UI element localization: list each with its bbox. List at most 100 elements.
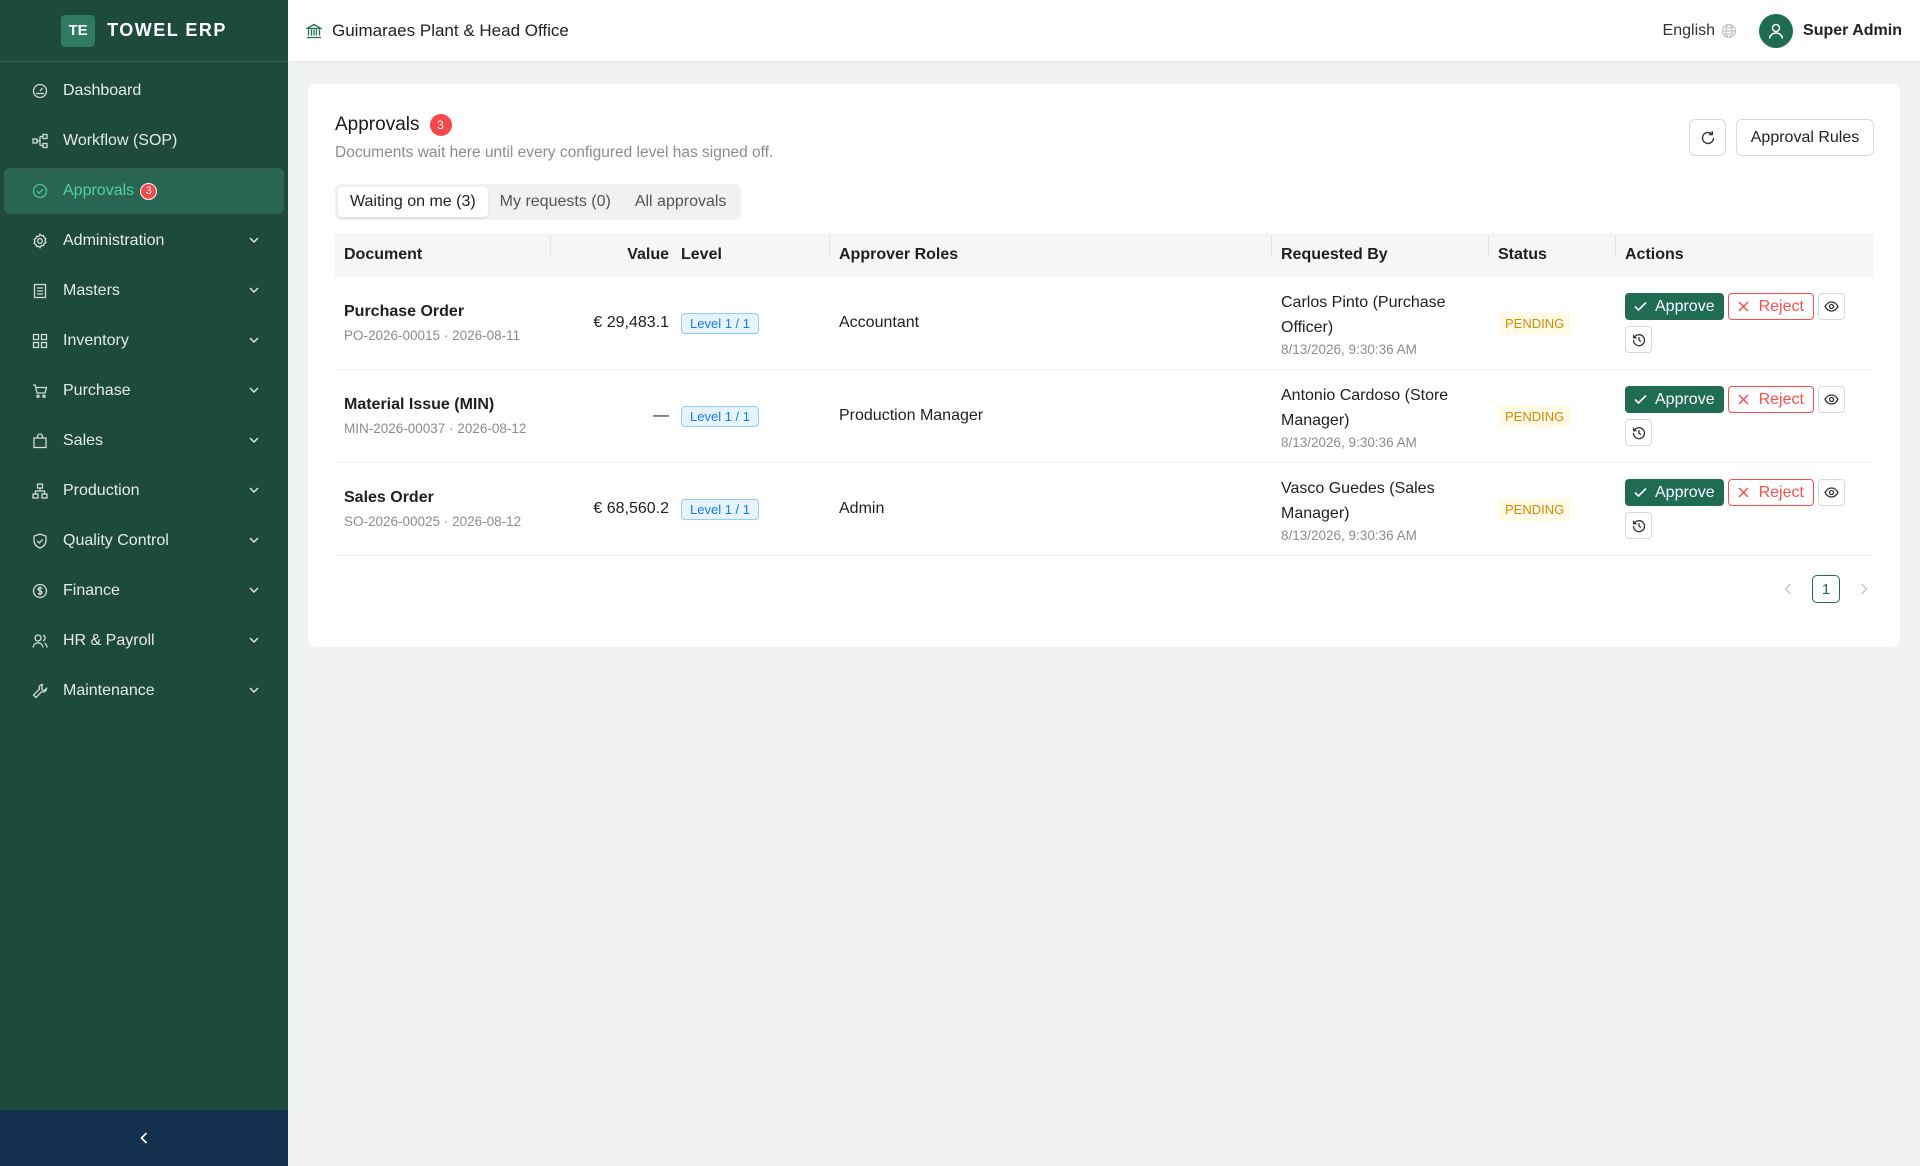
chevron-down-icon [249,587,259,593]
history-button[interactable] [1625,419,1652,446]
column-header-value[interactable]: Value [551,246,681,264]
sidebar-item-finance[interactable]: Finance [4,568,284,614]
cart-icon [32,383,48,399]
brand-logo: TE [61,14,96,47]
shield-check-icon [32,533,48,549]
user-name[interactable]: Super Admin [1803,22,1902,40]
level-cell: Level 1 / 1 [681,405,830,427]
avatar[interactable] [1759,13,1794,48]
sidebar-item-sales[interactable]: Sales [4,418,284,464]
document-type[interactable]: Sales Order [344,489,551,507]
sidebar-item-inventory[interactable]: Inventory [4,318,284,364]
approval-tabs: Waiting on me (3) My requests (0) All ap… [335,184,742,220]
column-header-document[interactable]: Document [335,236,551,264]
document-type[interactable]: Purchase Order [344,303,551,321]
chevron-down-icon [249,287,259,293]
requested-at: 8/13/2026, 9:30:36 AM [1281,434,1417,450]
refresh-button[interactable] [1689,119,1726,156]
view-button[interactable] [1817,386,1845,413]
sidebar-collapse-button[interactable] [0,1110,288,1166]
chevron-left-icon [140,1132,148,1144]
sidebar-item-dashboard[interactable]: Dashboard [4,68,284,114]
history-icon [1632,426,1645,439]
actions-cell: Approve Reject [1616,479,1873,539]
tab-my-requests[interactable]: My requests (0) [488,187,623,217]
sidebar-item-label: Dashboard [63,82,142,99]
previous-page-button[interactable] [1780,581,1796,597]
requester-name: Carlos Pinto (Purchase Officer) [1281,293,1446,336]
check-icon [1634,301,1647,312]
status-cell: PENDING [1489,404,1616,428]
view-button[interactable] [1817,293,1845,320]
sidebar-item-masters[interactable]: Masters [4,268,284,314]
sidebar-item-production[interactable]: Production [4,468,284,514]
dollar-icon [32,583,48,599]
reject-button[interactable]: Reject [1727,479,1814,506]
history-button[interactable] [1625,326,1652,353]
document-reference: SO-2026-00025 · 2026-08-12 [344,514,522,529]
document-value: — [653,407,669,424]
sidebar-item-label: Purchase [63,382,131,399]
status-badge: PENDING [1498,404,1572,428]
sidebar-item-maintenance[interactable]: Maintenance [4,668,284,714]
globe-icon[interactable] [1721,23,1737,39]
close-icon [1738,394,1749,405]
chevron-down-icon [249,637,259,643]
column-header-status[interactable]: Status [1489,236,1616,264]
level-cell: Level 1 / 1 [681,312,830,334]
level-cell: Level 1 / 1 [681,498,830,520]
approve-label: Approve [1655,297,1715,315]
approve-button[interactable]: Approve [1625,479,1724,506]
requester-name: Vasco Guedes (Sales Manager) [1281,479,1435,522]
reject-button[interactable]: Reject [1727,386,1814,413]
tool-icon [32,683,48,699]
table-row: Purchase Order PO-2026-00015 · 2026-08-1… [335,277,1873,370]
view-button[interactable] [1817,479,1845,506]
sidebar-item-purchase[interactable]: Purchase [4,368,284,414]
tab-all-approvals[interactable]: All approvals [623,187,739,217]
sidebar-item-approvals[interactable]: Approvals 3 [4,168,284,214]
document-value: € 68,560.2 [593,500,669,517]
requested-at: 8/13/2026, 9:30:36 AM [1281,341,1417,357]
grid-icon [32,333,48,349]
status-badge: PENDING [1498,311,1572,335]
level-tag: Level 1 / 1 [681,405,759,427]
page-number-button[interactable]: 1 [1812,575,1840,603]
sidebar-item-administration[interactable]: Administration [4,218,284,264]
next-page-button[interactable] [1856,581,1872,597]
language-selector[interactable]: English [1663,22,1715,40]
sidebar-item-hr-payroll[interactable]: HR & Payroll [4,618,284,664]
actions-cell: Approve Reject [1616,386,1873,446]
requested-by-cell: Antonio Cardoso (Store Manager) 8/13/202… [1272,383,1489,450]
history-button[interactable] [1625,512,1652,539]
document-cell: Purchase Order PO-2026-00015 · 2026-08-1… [335,303,551,343]
level-tag: Level 1 / 1 [681,498,759,520]
approver-roles: Admin [839,500,885,517]
column-header-approver-roles[interactable]: Approver Roles [830,236,1272,264]
history-icon [1632,333,1645,346]
check-icon [1634,487,1647,498]
site-name[interactable]: Guimaraes Plant & Head Office [332,21,569,41]
eye-icon [1824,394,1839,405]
column-header-actions: Actions [1625,246,1684,263]
eye-icon [1824,487,1839,498]
column-header-requested-by[interactable]: Requested By [1272,236,1489,264]
document-reference: MIN-2026-00037 · 2026-08-12 [344,421,527,436]
user-icon [1768,23,1784,39]
sidebar-item-quality-control[interactable]: Quality Control [4,518,284,564]
document-type[interactable]: Material Issue (MIN) [344,396,551,414]
chevron-down-icon [249,537,259,543]
tab-waiting-on-me[interactable]: Waiting on me (3) [338,187,488,217]
reject-button[interactable]: Reject [1727,293,1814,320]
brand[interactable]: TE TOWEL ERP [0,0,288,62]
chevron-down-icon [249,687,259,693]
pagination: 1 [1780,575,1872,603]
bag-icon [32,433,48,449]
approve-button[interactable]: Approve [1625,293,1724,320]
sidebar-nav: Dashboard Workflow (SOP) Approvals 3 Adm… [0,62,288,714]
sidebar-item-workflow[interactable]: Workflow (SOP) [4,118,284,164]
approve-button[interactable]: Approve [1625,386,1724,413]
check-icon [1634,394,1647,405]
approval-rules-button[interactable]: Approval Rules [1736,119,1874,156]
column-header-level[interactable]: Level [681,236,830,264]
